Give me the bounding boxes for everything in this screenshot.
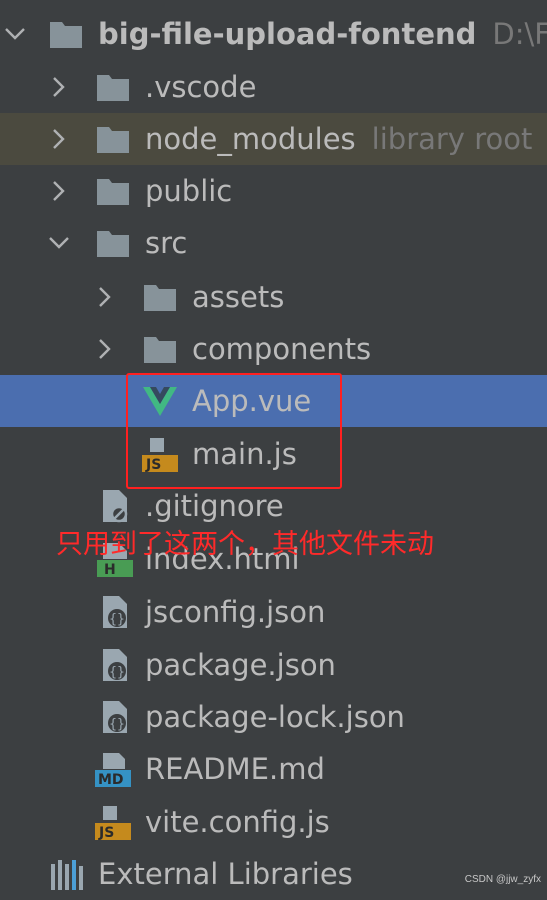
tree-item-components[interactable]: components (0, 323, 547, 375)
item-label: .vscode (145, 70, 257, 104)
item-label: vite.config.js (145, 805, 330, 839)
item-label: public (145, 174, 233, 208)
folder-icon (50, 22, 82, 48)
chevron-right-icon[interactable] (46, 178, 72, 204)
item-label: README.md (145, 752, 325, 786)
chevron-down-icon[interactable] (2, 21, 28, 47)
json-file-icon: {} (103, 596, 127, 628)
folder-icon (97, 127, 129, 153)
tree-item-assets[interactable]: assets (0, 271, 547, 323)
item-label: node_modules library root (145, 122, 533, 156)
folder-icon (97, 231, 129, 257)
js-badge: JS (99, 825, 115, 841)
chevron-right-icon[interactable] (92, 284, 118, 310)
item-label: package-lock.json (145, 700, 405, 734)
tree-item-package-json[interactable]: {} package.json (0, 639, 547, 691)
json-file-icon: {} (103, 649, 127, 681)
project-name-label: big-file-upload-fontendD:\Fo (98, 17, 547, 51)
item-label: jsconfig.json (145, 595, 326, 629)
chevron-right-icon[interactable] (46, 74, 72, 100)
tree-item-node-modules[interactable]: node_modules library root (0, 113, 547, 165)
tree-item-readme[interactable]: MD README.md (0, 743, 547, 795)
svg-text:{}: {} (109, 665, 125, 680)
tree-item-vscode[interactable]: .vscode (0, 61, 547, 113)
chevron-right-icon[interactable] (46, 126, 72, 152)
json-file-icon: {} (103, 701, 127, 733)
tree-item-src[interactable]: src (0, 217, 547, 269)
item-label: package.json (145, 648, 336, 682)
annotation-highlight-box (126, 373, 342, 489)
project-root-row[interactable]: big-file-upload-fontendD:\Fo (0, 8, 547, 60)
item-label: src (145, 226, 188, 260)
annotation-text: 只用到了这两个，其他文件未动 (56, 529, 434, 560)
tree-item-package-lock-json[interactable]: {} package-lock.json (0, 691, 547, 743)
folder-icon (144, 285, 176, 311)
folder-icon (144, 337, 176, 363)
html-badge: H (104, 562, 116, 578)
svg-text:{}: {} (109, 612, 125, 627)
svg-text:{}: {} (109, 717, 125, 732)
folder-icon (97, 179, 129, 205)
tree-item-vite-config[interactable]: JS vite.config.js (0, 796, 547, 848)
watermark: CSDN @jjw_zyfx (464, 874, 541, 885)
chevron-right-icon[interactable] (92, 336, 118, 362)
ignore-file-icon (103, 490, 128, 523)
item-label: components (192, 332, 372, 366)
tree-item-public[interactable]: public (0, 165, 547, 217)
external-libraries-icon (51, 860, 83, 890)
item-label: assets (192, 280, 285, 314)
folder-icon (97, 75, 129, 101)
tree-item-jsconfig[interactable]: {} jsconfig.json (0, 586, 547, 638)
item-label: External Libraries (98, 857, 353, 891)
chevron-down-icon[interactable] (46, 230, 72, 256)
md-badge: MD (98, 772, 124, 788)
